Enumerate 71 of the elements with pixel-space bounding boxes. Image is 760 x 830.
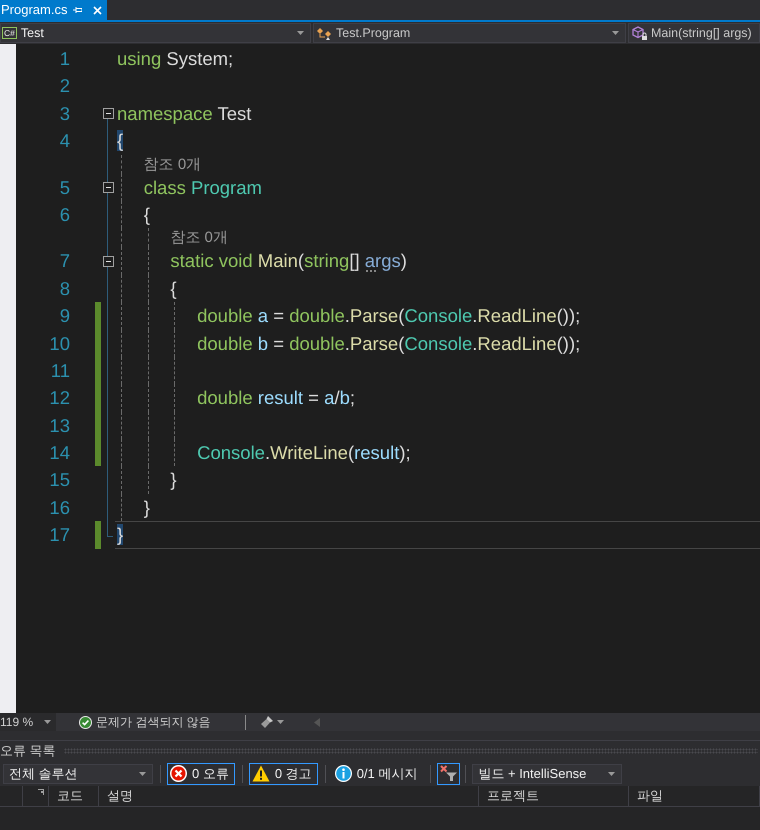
panel-title: 오류 목록 bbox=[0, 742, 56, 760]
brush-icon bbox=[260, 716, 273, 728]
line-number: 11 bbox=[50, 360, 70, 381]
check-circle-icon bbox=[79, 716, 92, 728]
code-line: double a = double.Parse(Console.ReadLine()); bbox=[197, 305, 580, 326]
reference-count[interactable]: 참조 0개 bbox=[170, 229, 228, 246]
code-line: } bbox=[170, 469, 177, 490]
pin-icon[interactable] bbox=[73, 6, 82, 14]
line-number: 6 bbox=[60, 204, 70, 225]
source-dropdown[interactable]: 빌드 + IntelliSense bbox=[472, 764, 622, 784]
line-number: 4 bbox=[60, 131, 70, 152]
line-number: 16 bbox=[49, 498, 70, 518]
corner-marker-icon[interactable] bbox=[38, 789, 44, 795]
line-number: 17 bbox=[49, 525, 70, 546]
caret-icon bbox=[297, 31, 304, 35]
language-badge: C# bbox=[2, 27, 17, 39]
info-icon bbox=[334, 765, 352, 782]
code-line: double b = double.Parse(Console.ReadLine()); bbox=[197, 332, 580, 354]
line-number: 9 bbox=[60, 306, 70, 326]
line-number: 13 bbox=[49, 416, 70, 436]
drag-grip[interactable] bbox=[64, 748, 758, 754]
collapse-icon[interactable] bbox=[102, 108, 114, 120]
close-icon[interactable] bbox=[93, 6, 102, 14]
line-number: 14 bbox=[49, 443, 70, 464]
type-dropdown[interactable]: Test.Program bbox=[313, 23, 626, 43]
cube-lock-icon bbox=[632, 26, 647, 40]
connected-blocks-icon bbox=[316, 26, 332, 40]
column-header[interactable]: 프로젝트 bbox=[479, 786, 629, 806]
code-line: using System; bbox=[117, 48, 234, 69]
line-number: 1 bbox=[60, 49, 70, 69]
column-header[interactable]: 코드 bbox=[49, 786, 99, 806]
warning-filter-button[interactable]: 0 경고 bbox=[248, 762, 318, 784]
document-tab[interactable]: Program.cs bbox=[0, 0, 108, 20]
caret-icon bbox=[139, 772, 146, 776]
code-line: static void Main(string[] args) bbox=[170, 250, 407, 272]
line-number: 5 bbox=[60, 178, 70, 198]
line-number: 15 bbox=[49, 470, 70, 490]
caret-icon bbox=[44, 720, 51, 724]
project-dropdown[interactable]: C# Test bbox=[0, 23, 311, 43]
code-line: class Program bbox=[144, 176, 262, 198]
collapse-icon[interactable] bbox=[102, 182, 114, 194]
issues-status-button[interactable]: 문제가 검색되지 않음 bbox=[79, 713, 211, 731]
column-header[interactable]: 설명 bbox=[99, 786, 479, 806]
error-filter-button[interactable]: 0 오류 bbox=[167, 762, 235, 784]
code-line: } bbox=[144, 496, 150, 518]
warning-icon bbox=[252, 765, 270, 782]
reference-count[interactable]: 참조 0개 bbox=[144, 156, 202, 173]
filter-toggle-button[interactable] bbox=[437, 762, 460, 784]
collapse-icon[interactable] bbox=[102, 256, 114, 268]
line-number: 10 bbox=[49, 334, 70, 354]
info-filter-button[interactable]: 0/1 메시지 bbox=[332, 762, 424, 784]
line-number: 12 bbox=[49, 388, 70, 408]
cleanup-button[interactable] bbox=[260, 714, 284, 730]
code-line: { bbox=[170, 278, 177, 299]
line-number: 2 bbox=[60, 76, 70, 96]
code-line: namespace Test bbox=[117, 102, 252, 124]
line-number: 8 bbox=[60, 278, 70, 299]
scope-dropdown[interactable]: 전체 솔루션 bbox=[3, 764, 153, 784]
caret-icon bbox=[276, 720, 284, 724]
column-header[interactable]: 파일 bbox=[629, 786, 760, 806]
caret-icon bbox=[612, 31, 619, 35]
member-dropdown[interactable]: Main(string[] args) bbox=[628, 23, 760, 43]
error-icon bbox=[170, 765, 187, 782]
code-line: { bbox=[144, 204, 150, 225]
line-number: 3 bbox=[60, 104, 70, 124]
zoom-dropdown[interactable]: 119 % bbox=[0, 713, 56, 731]
caret-icon bbox=[608, 772, 616, 776]
code-line: double result = a/b; bbox=[197, 387, 356, 408]
code-line: Console.WriteLine(result); bbox=[197, 442, 411, 464]
filter-clear-icon bbox=[440, 765, 458, 782]
line-number: 7 bbox=[60, 251, 70, 272]
